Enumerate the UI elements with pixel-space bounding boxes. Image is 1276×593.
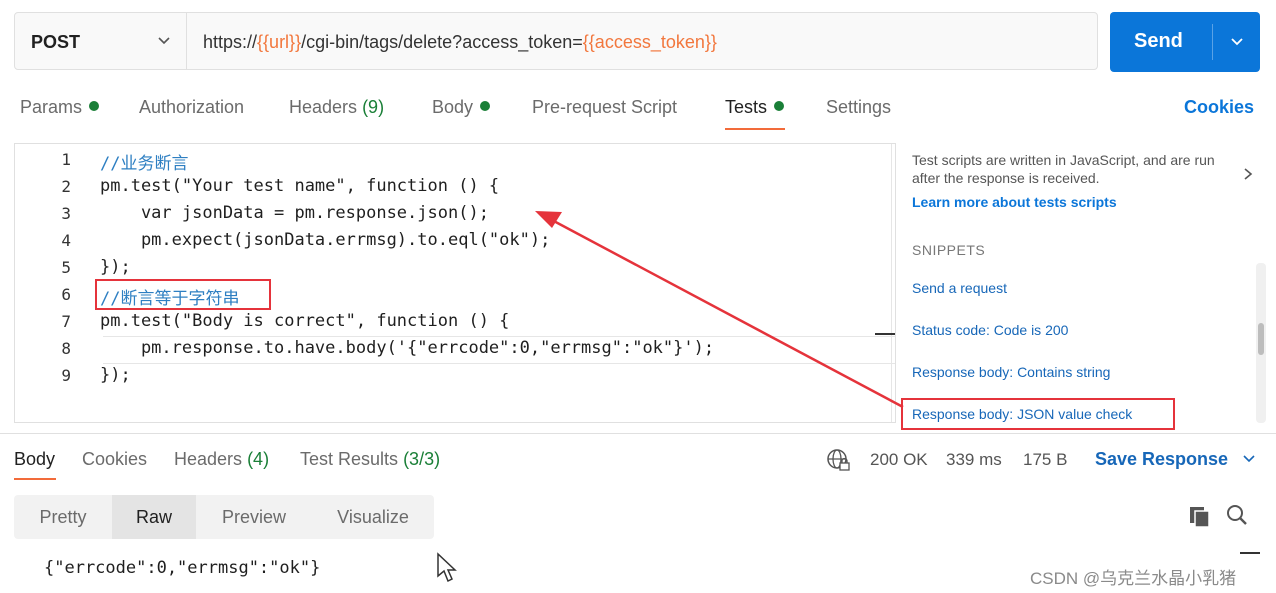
line-number: 2 <box>61 177 71 196</box>
url-variable: {{access_token}} <box>582 32 717 52</box>
tab-label: Test Results <box>300 449 399 469</box>
editor-scroll-marker <box>875 333 895 335</box>
tab-settings[interactable]: Settings <box>826 97 891 118</box>
tab-label: Tests <box>725 97 768 117</box>
response-tab-body[interactable]: Body <box>14 449 55 470</box>
view-visualize-button[interactable]: Visualize <box>312 495 434 539</box>
tab-body[interactable]: Body <box>432 97 491 118</box>
response-scroll-marker <box>1240 552 1260 554</box>
view-raw-button[interactable]: Raw <box>112 495 196 539</box>
url-input[interactable]: https://{{url}}/cgi-bin/tags/delete?acce… <box>203 32 717 53</box>
line-number: 6 <box>61 285 71 304</box>
status-code[interactable]: 200 OK <box>870 450 928 470</box>
method-label: POST <box>31 32 81 52</box>
chevron-right-icon[interactable] <box>1240 165 1256 183</box>
snippet-contains-string[interactable]: Response body: Contains string <box>912 364 1110 380</box>
url-variable: {{url}} <box>257 32 302 52</box>
chevron-down-icon <box>158 37 170 45</box>
tab-authorization[interactable]: Authorization <box>139 97 244 118</box>
tab-label: Authorization <box>139 97 245 117</box>
editor-scrollbar[interactable] <box>891 144 892 422</box>
line-number: 4 <box>61 231 71 250</box>
code-line: pm.expect(jsonData.errmsg).to.eql("ok"); <box>100 230 551 250</box>
url-path: /cgi-bin/tags/delete?access_token= <box>301 32 583 52</box>
url-scheme: https:// <box>203 32 258 52</box>
tab-count: (3/3) <box>403 449 441 469</box>
tab-label: Pre-request Script <box>532 97 678 117</box>
panel-scrollbar-thumb[interactable] <box>1258 323 1264 355</box>
tab-label: Body <box>432 97 474 117</box>
snippet-status-code[interactable]: Status code: Code is 200 <box>912 322 1068 338</box>
line-number: 9 <box>61 366 71 385</box>
code-line: }); <box>100 365 131 385</box>
method-selector[interactable]: POST <box>15 13 187 69</box>
response-size[interactable]: 175 B <box>1023 450 1067 470</box>
search-icon[interactable] <box>1225 503 1249 527</box>
snippets-panel: Test scripts are written in JavaScript, … <box>896 143 1276 433</box>
tab-label: Headers <box>174 449 243 469</box>
tab-params[interactable]: Params <box>20 97 100 118</box>
response-body-text: {"errcode":0,"errmsg":"ok"} <box>44 558 321 578</box>
response-tab-headers[interactable]: Headers (4) <box>174 449 269 470</box>
copy-icon[interactable] <box>1188 505 1212 529</box>
chevron-down-icon[interactable] <box>1228 32 1246 50</box>
tab-count: (4) <box>247 449 270 469</box>
tab-label: Settings <box>826 97 892 117</box>
view-mode-bar: Pretty Raw Preview Visualize <box>14 495 434 539</box>
status-dot <box>480 101 491 111</box>
learn-more-link[interactable]: Learn more about tests scripts <box>912 194 1117 210</box>
response-time[interactable]: 339 ms <box>946 450 1002 470</box>
annotation-box-snippet <box>901 398 1175 430</box>
status-dot <box>774 101 785 111</box>
line-number: 1 <box>61 150 71 169</box>
tab-label: Cookies <box>82 449 148 469</box>
send-button[interactable]: Send <box>1110 12 1260 72</box>
url-bar: POST https://{{url}}/cgi-bin/tags/delete… <box>14 12 1098 70</box>
chevron-down-icon <box>1243 455 1255 463</box>
code-line: }); <box>100 257 131 277</box>
response-tab-cookies[interactable]: Cookies <box>82 449 147 470</box>
tests-description: Test scripts are written in JavaScript, … <box>912 152 1215 186</box>
line-number: 8 <box>61 339 71 358</box>
send-label: Send <box>1134 30 1183 52</box>
active-tab-indicator <box>14 478 56 480</box>
save-response-label: Save Response <box>1095 449 1229 469</box>
code-line: //业务断言 <box>100 154 189 174</box>
tab-headers[interactable]: Headers (9) <box>289 97 384 118</box>
code-line: pm.test("Body is correct", function () { <box>100 311 510 331</box>
send-divider <box>1212 24 1213 60</box>
code-line: var jsonData = pm.response.json(); <box>100 203 489 223</box>
active-tab-indicator <box>725 128 785 130</box>
line-number: 7 <box>61 312 71 331</box>
mouse-cursor-icon <box>437 552 457 583</box>
tab-label: Params <box>20 97 83 117</box>
line-number: 5 <box>61 258 71 277</box>
line-number: 3 <box>61 204 71 223</box>
annotation-box-comment <box>95 279 271 310</box>
tab-label: Headers <box>289 97 358 117</box>
snippet-send-request[interactable]: Send a request <box>912 280 1007 296</box>
section-divider <box>0 433 1276 434</box>
tab-count: (9) <box>362 97 385 117</box>
cookies-link[interactable]: Cookies <box>1184 97 1254 118</box>
snippets-heading: SNIPPETS <box>912 242 986 258</box>
view-preview-button[interactable]: Preview <box>196 495 312 539</box>
view-pretty-button[interactable]: Pretty <box>14 495 112 539</box>
watermark: CSDN @乌克兰水晶小乳猪 <box>1030 569 1237 588</box>
tab-label: Body <box>14 449 56 469</box>
code-line: pm.response.to.have.body('{"errcode":0,"… <box>100 338 715 358</box>
tab-pre-request-script[interactable]: Pre-request Script <box>532 97 677 118</box>
tab-tests[interactable]: Tests <box>725 97 785 118</box>
response-tab-test-results[interactable]: Test Results (3/3) <box>300 449 440 470</box>
save-response-button[interactable]: Save Response <box>1095 449 1257 470</box>
status-dot <box>89 101 100 111</box>
code-line: pm.test("Your test name", function () { <box>100 176 500 196</box>
globe-lock-icon[interactable] <box>826 448 852 474</box>
